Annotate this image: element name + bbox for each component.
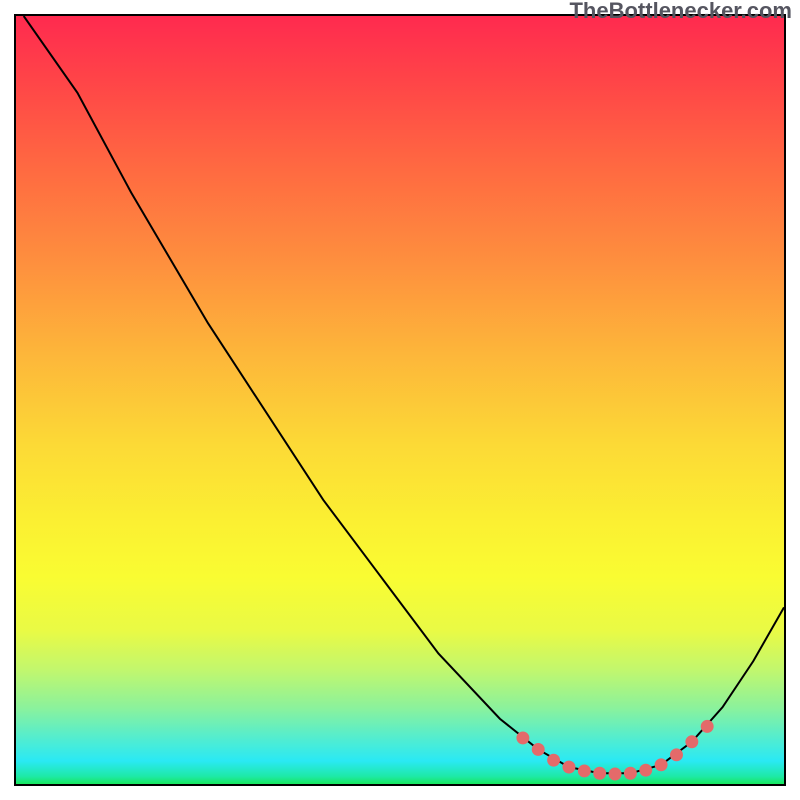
- emphasis-dot: [655, 758, 668, 771]
- emphasis-dots: [516, 720, 713, 781]
- emphasis-dot: [547, 754, 560, 767]
- watermark-text: TheBottlenecker.com: [569, 0, 792, 24]
- emphasis-dot: [701, 720, 714, 733]
- emphasis-dot: [639, 764, 652, 777]
- emphasis-dot: [516, 731, 529, 744]
- chart-container: [14, 14, 786, 786]
- main-curve: [24, 16, 784, 773]
- emphasis-dot: [624, 767, 637, 780]
- emphasis-dot: [562, 761, 575, 774]
- chart-svg: [16, 16, 784, 784]
- emphasis-dot: [609, 768, 622, 781]
- emphasis-dot: [685, 735, 698, 748]
- emphasis-dot: [532, 743, 545, 756]
- emphasis-dot: [593, 767, 606, 780]
- emphasis-dot: [578, 764, 591, 777]
- emphasis-dot: [670, 748, 683, 761]
